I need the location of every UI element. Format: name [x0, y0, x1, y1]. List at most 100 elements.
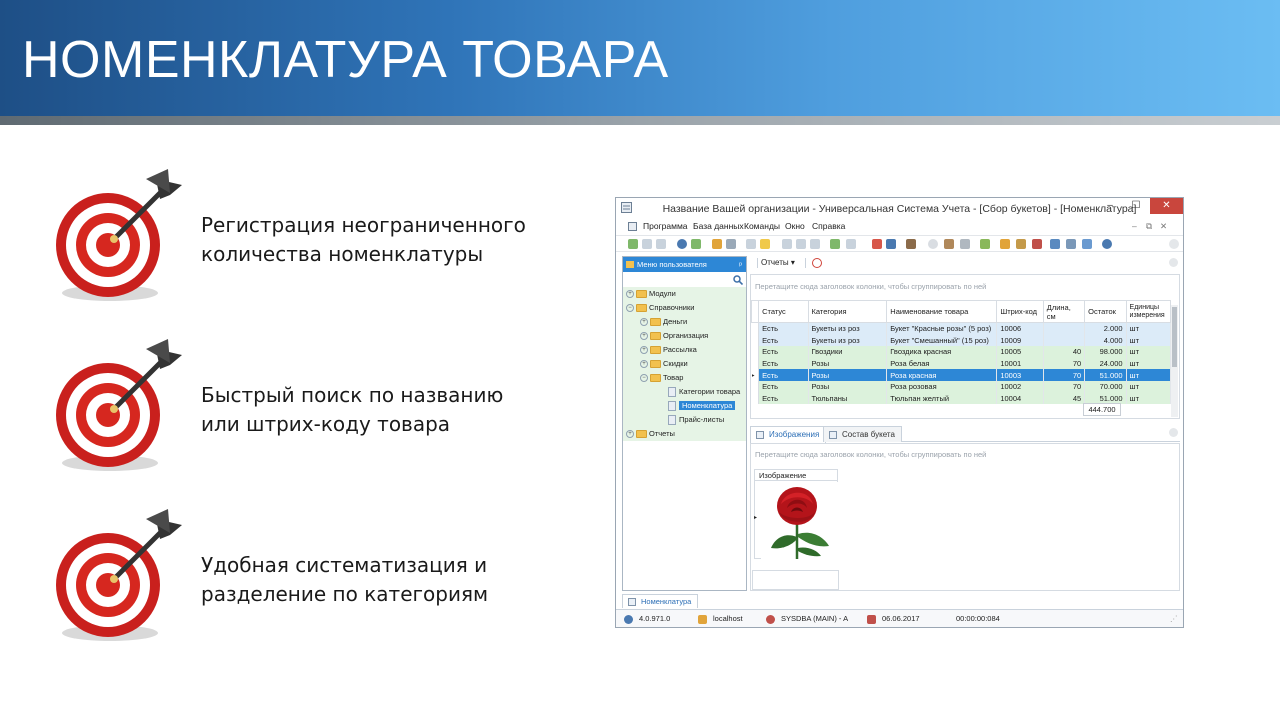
tree-item-mailing[interactable]: + Рассылка	[640, 344, 697, 356]
detail-tabs: Изображения Состав букета	[750, 424, 1180, 443]
last-icon[interactable]	[810, 239, 820, 249]
tree-item-directories[interactable]: − Справочники	[626, 302, 694, 314]
column-header-name[interactable]: Наименование товара	[886, 300, 998, 323]
tree-item-reports[interactable]: + Отчеты	[626, 428, 675, 440]
minimize-button[interactable]: –	[1097, 198, 1123, 214]
tree-item-modules[interactable]: + Модули	[626, 288, 676, 300]
expand-icon[interactable]: +	[640, 360, 648, 369]
disabled-icon[interactable]	[928, 239, 938, 249]
cell-name: Гвоздика красная	[886, 345, 998, 358]
vertical-scrollbar[interactable]	[1171, 305, 1178, 417]
prev-icon[interactable]	[782, 239, 792, 249]
expand-icon[interactable]: +	[640, 332, 648, 341]
calendar-icon[interactable]	[1050, 239, 1060, 249]
tree-item-categories[interactable]: Категории товара	[665, 386, 740, 398]
tab-bouquet-composition[interactable]: Состав букета	[823, 426, 902, 442]
sort-icon[interactable]	[726, 239, 736, 249]
import-icon[interactable]	[746, 239, 756, 249]
feature-text: Удобная систематизация и разделение по к…	[201, 551, 488, 609]
version-text: 4.0.971.0	[639, 614, 671, 623]
table-row-selected[interactable]: ▸ Есть Розы Роза красная 10003 70 51.000…	[751, 369, 1172, 381]
menu-item-window[interactable]: Окно	[785, 221, 805, 231]
print-icon[interactable]	[846, 239, 856, 249]
tree-item-discounts[interactable]: + Скидки	[640, 358, 688, 370]
column-header-status[interactable]: Статус	[758, 300, 809, 323]
folder-icon	[650, 346, 661, 355]
info-icon[interactable]	[1102, 239, 1112, 249]
menu-item-program[interactable]: Программа	[643, 221, 688, 231]
rose-image[interactable]	[761, 482, 839, 559]
table-row[interactable]: Есть Гвоздики Гвоздика красная 10005 40 …	[751, 345, 1172, 358]
info-icon	[624, 614, 633, 624]
report-icon[interactable]	[886, 239, 896, 249]
menu-item-commands[interactable]: Команды	[744, 221, 780, 231]
users-icon[interactable]	[1016, 239, 1026, 249]
exchange-icon[interactable]	[1032, 239, 1042, 249]
mdi-close-button[interactable]: ✕	[1160, 221, 1167, 232]
menu-item-help[interactable]: Справка	[812, 221, 845, 231]
column-header-category[interactable]: Категория	[807, 300, 888, 323]
tree-item-price-lists[interactable]: Прайс-листы	[665, 414, 724, 426]
column-header-barcode[interactable]: Штрих-код	[996, 300, 1044, 323]
table-row[interactable]: Есть Розы Роза розовая 10002 70 70.000 ш…	[751, 380, 1172, 393]
cell-barcode: 10002	[996, 380, 1044, 393]
new-record-icon[interactable]	[628, 239, 638, 249]
stop-icon[interactable]	[812, 258, 822, 268]
printer-icon[interactable]	[1066, 239, 1076, 249]
folder-icon	[650, 360, 661, 369]
settings-icon[interactable]	[960, 239, 970, 249]
expand-icon[interactable]: +	[640, 318, 648, 327]
tree-item-organization[interactable]: + Организация	[640, 330, 708, 342]
scrollbar-thumb[interactable]	[1172, 307, 1177, 367]
expand-icon[interactable]: +	[626, 430, 634, 439]
next-icon[interactable]	[796, 239, 806, 249]
folder-icon	[636, 290, 647, 299]
tab-images[interactable]: Изображения	[750, 426, 827, 443]
menu-item-database[interactable]: База данных	[693, 221, 744, 231]
cell-status: Есть	[758, 369, 809, 381]
tree-item-nomenclature[interactable]: Номенклатура	[665, 400, 736, 412]
column-header-unit[interactable]: Единицы измерения	[1125, 300, 1172, 323]
mdi-minimize-button[interactable]: –	[1132, 221, 1137, 231]
toolbar-separator	[805, 258, 806, 268]
tree-item-money[interactable]: + Деньги	[640, 316, 687, 328]
search-icon[interactable]	[677, 239, 687, 249]
table-row[interactable]: Есть Розы Роза белая 10001 70 24.000 шт	[751, 357, 1172, 370]
table-row[interactable]: Есть Букеты из роз Букет "Смешанный" (15…	[751, 334, 1172, 346]
close-button[interactable]: ✕	[1150, 198, 1183, 214]
close-panel-icon[interactable]	[1169, 258, 1178, 267]
chart-icon[interactable]	[980, 239, 990, 249]
document-tab-nomenclature[interactable]: Номенклатура	[622, 594, 699, 608]
export-icon[interactable]	[872, 239, 882, 249]
folder-icon[interactable]	[760, 239, 770, 249]
lock-icon[interactable]	[1000, 239, 1010, 249]
mdi-restore-button[interactable]: ⧉	[1146, 221, 1152, 232]
cell-name: Роза белая	[886, 357, 998, 370]
new-row-placeholder[interactable]	[752, 570, 839, 590]
refresh-icon[interactable]	[691, 239, 701, 249]
copy-icon[interactable]	[642, 239, 652, 249]
pin-icon[interactable]: ᵖ	[739, 257, 742, 272]
close-panel-icon[interactable]	[1169, 428, 1178, 437]
collapse-icon[interactable]: −	[640, 374, 648, 383]
add-icon[interactable]	[830, 239, 840, 249]
tools-icon[interactable]	[944, 239, 954, 249]
book-icon[interactable]	[906, 239, 916, 249]
search-icon[interactable]	[733, 275, 743, 285]
expand-icon[interactable]: +	[626, 290, 634, 299]
maximize-button[interactable]: ☐	[1123, 198, 1149, 214]
filter-icon[interactable]	[712, 239, 722, 249]
column-header-stock[interactable]: Остаток	[1084, 300, 1127, 323]
close-panel-icon[interactable]	[1169, 239, 1179, 249]
collapse-icon[interactable]: −	[626, 304, 634, 313]
reports-dropdown-button[interactable]: Отчеты ▾	[761, 258, 795, 267]
table-row[interactable]: Есть Букеты из роз Букет "Красные розы" …	[751, 322, 1172, 335]
send-icon[interactable]	[1082, 239, 1092, 249]
tree-item-label: Товар	[663, 373, 684, 382]
document-icon[interactable]	[656, 239, 666, 249]
column-header-length[interactable]: Длина, см	[1042, 300, 1086, 323]
column-header-image[interactable]: Изображение	[755, 470, 837, 481]
resize-grip-icon[interactable]: ⋰	[1170, 610, 1178, 627]
expand-icon[interactable]: +	[640, 346, 648, 355]
tree-item-goods[interactable]: − Товар	[640, 372, 683, 384]
